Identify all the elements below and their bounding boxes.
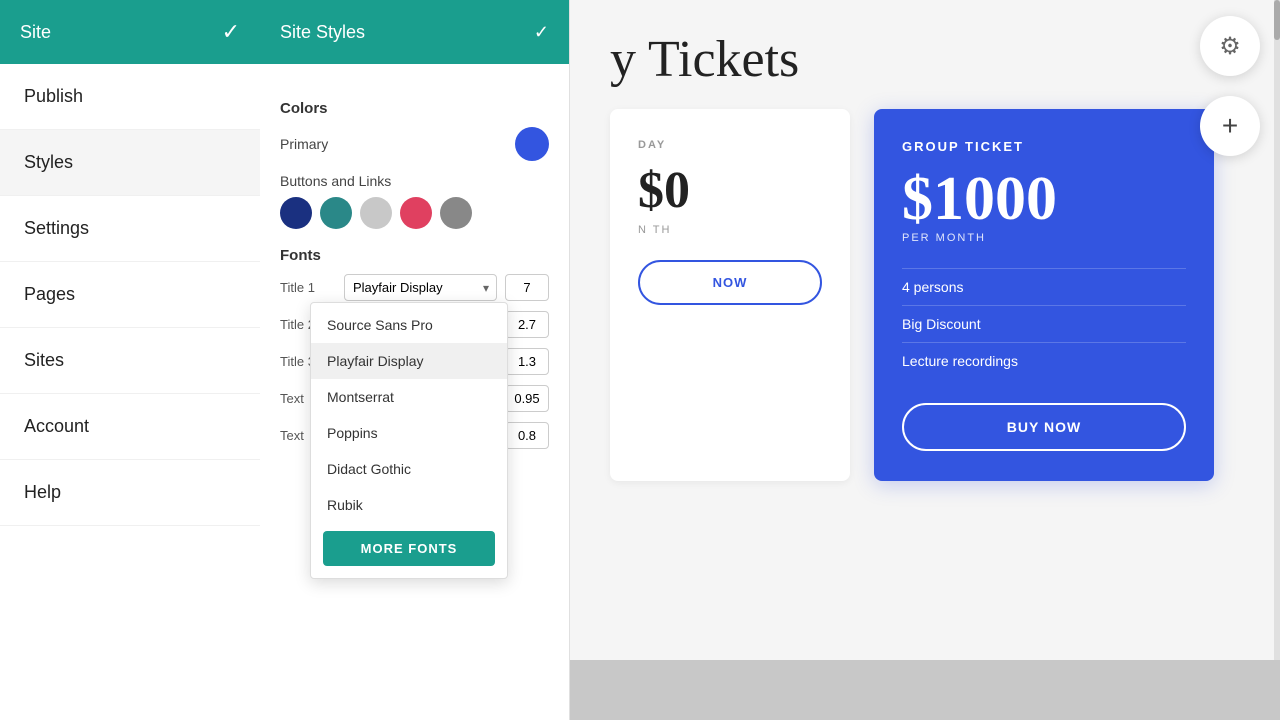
sidebar-item-account[interactable]: Account <box>0 394 260 460</box>
page-content-area: y Tickets DAY $0 N TH NOW GROUP TICKET $… <box>570 0 1280 511</box>
page-title: y Tickets <box>610 30 1240 89</box>
font-option-didact-gothic[interactable]: Didact Gothic <box>311 451 507 487</box>
sidebar-item-help[interactable]: Help <box>0 460 260 526</box>
scrollbar-thumb[interactable] <box>1274 0 1280 40</box>
font-select-wrapper-title1: Playfair Display Source Sans Pro Montser… <box>344 274 497 301</box>
plus-icon: + <box>1222 110 1238 142</box>
styles-panel-title: Site Styles <box>280 22 365 43</box>
font-option-rubik[interactable]: Rubik <box>311 487 507 523</box>
standard-ticket-card: DAY $0 N TH NOW <box>610 109 850 481</box>
font-option-source-sans-pro[interactable]: Source Sans Pro <box>311 307 507 343</box>
swatch-gray[interactable] <box>440 197 472 229</box>
sidebar-nav: Publish Styles Settings Pages Sites Acco… <box>0 64 260 526</box>
standard-price-currency: $ <box>638 162 664 219</box>
sidebar: Site ✓ Publish Styles Settings Pages Sit… <box>0 0 260 720</box>
font-label-title1: Title 1 <box>280 280 336 295</box>
add-float-button[interactable]: + <box>1200 96 1260 156</box>
group-ticket-price: $1000 <box>902 168 1186 230</box>
fonts-section-title: Fonts <box>280 247 549 264</box>
feature-4-persons: 4 persons <box>902 268 1186 305</box>
bottom-bar <box>570 660 1280 720</box>
sidebar-check-icon[interactable]: ✓ <box>222 19 240 45</box>
sidebar-item-styles[interactable]: Styles <box>0 130 260 196</box>
sidebar-item-publish[interactable]: Publish <box>0 64 260 130</box>
font-size-text2[interactable] <box>505 422 549 449</box>
sidebar-site-label: Site <box>20 22 51 43</box>
font-size-text1[interactable] <box>505 385 549 412</box>
font-select-title1[interactable]: Playfair Display Source Sans Pro Montser… <box>344 274 497 301</box>
font-row-title1: Title 1 Playfair Display Source Sans Pro… <box>280 274 549 301</box>
styles-panel-header: Site Styles ✓ <box>260 0 569 64</box>
sidebar-item-sites[interactable]: Sites <box>0 328 260 394</box>
swatch-teal[interactable] <box>320 197 352 229</box>
font-option-playfair-display[interactable]: Playfair Display <box>311 343 507 379</box>
main-content: y Tickets DAY $0 N TH NOW GROUP TICKET $… <box>570 0 1280 720</box>
sidebar-item-settings[interactable]: Settings <box>0 196 260 262</box>
swatch-pink[interactable] <box>400 197 432 229</box>
font-option-montserrat[interactable]: Montserrat <box>311 379 507 415</box>
gear-float-button[interactable]: ⚙ <box>1200 16 1260 76</box>
primary-color-row: Primary <box>280 127 549 161</box>
font-size-title2[interactable] <box>505 311 549 338</box>
buttons-links-label: Buttons and Links <box>280 173 549 189</box>
styles-panel-check-icon[interactable]: ✓ <box>534 22 549 43</box>
color-swatches-row <box>280 197 549 229</box>
gear-icon: ⚙ <box>1219 32 1241 61</box>
font-option-poppins[interactable]: Poppins <box>311 415 507 451</box>
primary-color-swatch[interactable] <box>515 127 549 161</box>
group-ticket-card: GROUP TICKET $1000 PER MONTH 4 persons B… <box>874 109 1214 481</box>
group-ticket-features: 4 persons Big Discount Lecture recording… <box>902 268 1186 379</box>
primary-color-label: Primary <box>280 136 328 152</box>
font-size-title3[interactable] <box>505 348 549 375</box>
sidebar-item-pages[interactable]: Pages <box>0 262 260 328</box>
standard-ticket-price: $0 <box>638 161 822 220</box>
tickets-area: DAY $0 N TH NOW GROUP TICKET $1000 PER M… <box>610 109 1240 481</box>
standard-ticket-type: DAY <box>638 139 822 151</box>
group-buy-now-button[interactable]: BUY NOW <box>902 403 1186 451</box>
feature-lecture-recordings: Lecture recordings <box>902 342 1186 379</box>
standard-ticket-period: N TH <box>638 224 822 236</box>
swatch-lightgray[interactable] <box>360 197 392 229</box>
swatch-navy[interactable] <box>280 197 312 229</box>
colors-section-title: Colors <box>280 100 549 117</box>
group-ticket-type: GROUP TICKET <box>902 139 1186 154</box>
standard-buy-now-button[interactable]: NOW <box>638 260 822 305</box>
font-dropdown: Source Sans Pro Playfair Display Montser… <box>310 302 508 579</box>
feature-big-discount: Big Discount <box>902 305 1186 342</box>
sidebar-header: Site ✓ <box>0 0 260 64</box>
font-size-title1[interactable] <box>505 274 549 301</box>
group-price-currency: $ <box>902 165 933 233</box>
group-ticket-period: PER MONTH <box>902 232 1186 244</box>
scrollbar-track <box>1274 0 1280 720</box>
more-fonts-button[interactable]: MORE FONTS <box>323 531 495 566</box>
